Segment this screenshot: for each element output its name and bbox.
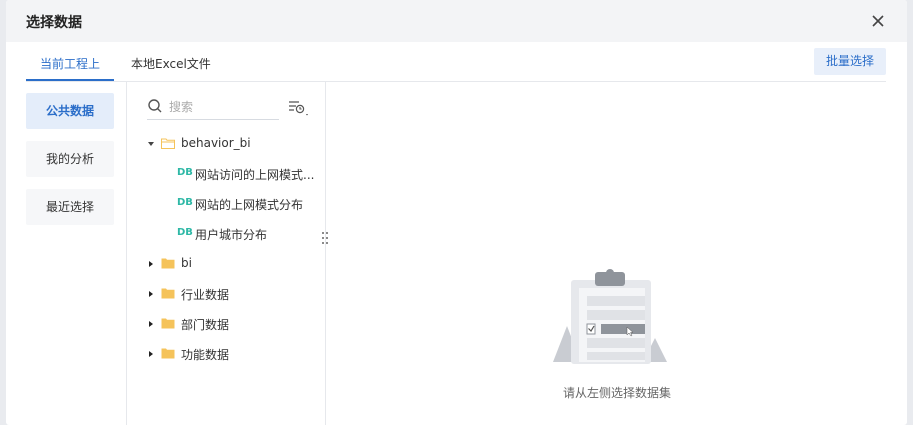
- tree-folder-label: 功能数据: [181, 348, 230, 362]
- tab-bar: 当前工程上 本地Excel文件 批量选择: [26, 42, 886, 82]
- tree-dataset-item[interactable]: DB 网站访问的上网模式...: [127, 163, 327, 185]
- folder-icon: [161, 258, 175, 269]
- search-icon: [148, 99, 162, 113]
- db-badge: DB: [177, 167, 193, 178]
- left-nav: 公共数据 我的分析 最近选择: [26, 82, 126, 425]
- tab-local-excel[interactable]: 本地Excel文件: [131, 55, 211, 72]
- tree-dataset-label: 网站访问的上网模式...: [195, 168, 315, 182]
- tree-folder-industry[interactable]: 行业数据: [127, 283, 327, 305]
- tree-folder-label: 行业数据: [181, 288, 230, 302]
- tree-folder-bi[interactable]: bi: [127, 253, 327, 275]
- nav-my-analysis[interactable]: 我的分析: [26, 141, 114, 177]
- main-panel: 请从左侧选择数据集: [327, 82, 907, 425]
- empty-clipboard-illustration: [553, 269, 667, 364]
- tree-pane: behavior_bi DB 网站访问的上网模式... DB 网站的上网模式分布…: [126, 82, 326, 425]
- search-input[interactable]: [169, 98, 269, 116]
- folder-icon: [161, 348, 175, 359]
- filter-sort-icon[interactable]: [287, 96, 311, 120]
- tree-folder-label: behavior_bi: [181, 136, 251, 150]
- search-box: [147, 96, 279, 120]
- tree-dataset-item[interactable]: DB 网站的上网模式分布: [127, 193, 327, 215]
- caret-down-icon[interactable]: [147, 140, 155, 148]
- empty-state-text: 请从左侧选择数据集: [562, 386, 671, 400]
- dialog-title: 选择数据: [26, 15, 82, 31]
- tree-folder-department[interactable]: 部门数据: [127, 313, 327, 335]
- caret-right-icon[interactable]: [147, 350, 155, 358]
- tab-active-indicator: [26, 79, 114, 81]
- close-icon[interactable]: [869, 12, 887, 30]
- nav-recent[interactable]: 最近选择: [26, 189, 114, 225]
- folder-open-icon: [161, 138, 175, 149]
- folder-icon: [161, 288, 175, 299]
- caret-right-icon[interactable]: [147, 260, 155, 268]
- tree-folder-function[interactable]: 功能数据: [127, 343, 327, 365]
- tree-dataset-item[interactable]: DB 用户城市分布: [127, 223, 327, 245]
- tab-current-project[interactable]: 当前工程上: [40, 55, 100, 72]
- select-data-dialog: 选择数据 当前工程上 本地Excel文件 批量选择 公共数据 我的分析 最近选择: [6, 0, 907, 425]
- folder-icon: [161, 318, 175, 329]
- tree-dataset-label: 用户城市分布: [195, 228, 268, 242]
- tree-folder-behavior-bi[interactable]: behavior_bi: [127, 133, 327, 155]
- tree-folder-label: bi: [181, 256, 192, 270]
- tree-dataset-label: 网站的上网模式分布: [195, 198, 304, 212]
- caret-right-icon[interactable]: [147, 290, 155, 298]
- tree-folder-label: 部门数据: [181, 318, 230, 332]
- nav-public-data[interactable]: 公共数据: [26, 93, 114, 129]
- batch-select-button[interactable]: 批量选择: [814, 48, 886, 75]
- db-badge: DB: [177, 197, 193, 208]
- dialog-header: 选择数据: [6, 0, 907, 42]
- caret-right-icon[interactable]: [147, 320, 155, 328]
- db-badge: DB: [177, 227, 193, 238]
